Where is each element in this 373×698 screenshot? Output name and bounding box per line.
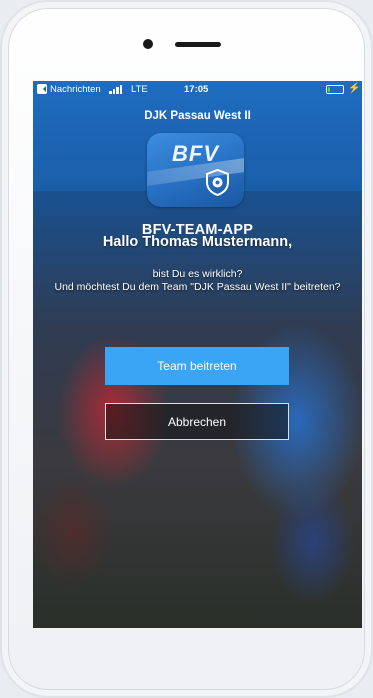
signal-strength-icon	[109, 85, 125, 94]
status-bar: Nachrichten LTE 17:05 ⚡	[33, 81, 362, 99]
home-indicator-area[interactable]	[152, 642, 224, 682]
question-line-1: bist Du es wirklich?	[152, 268, 243, 280]
battery-level	[328, 87, 330, 92]
phone-frame: Nachrichten LTE 17:05 ⚡ DJK Passau West …	[0, 0, 373, 698]
cancel-button[interactable]: Abbrechen	[105, 403, 289, 440]
back-app-label[interactable]: Nachrichten	[50, 84, 101, 95]
bfv-app-icon: BFV	[147, 133, 244, 207]
charging-bolt-icon: ⚡	[348, 83, 361, 94]
network-type: LTE	[131, 84, 148, 95]
back-to-app-icon[interactable]	[37, 84, 47, 94]
battery-icon	[326, 85, 344, 94]
greeting-text: Hallo Thomas Mustermann,	[102, 234, 293, 250]
app-screen: Nachrichten LTE 17:05 ⚡ DJK Passau West …	[33, 81, 362, 628]
shield-soccer-icon	[206, 169, 229, 196]
bfv-logo: BFV	[172, 141, 219, 166]
status-time: 17:05	[184, 84, 209, 95]
join-team-button[interactable]: Team beitreten	[105, 347, 289, 385]
earpiece-speaker	[175, 42, 221, 47]
page-title: DJK Passau West II	[144, 110, 251, 122]
confirm-question: bist Du es wirklich? Und möchtest Du dem…	[53, 268, 342, 294]
question-line-2: Und möchtest Du dem Team "DJK Passau Wes…	[54, 281, 341, 293]
front-camera-icon	[143, 39, 153, 49]
